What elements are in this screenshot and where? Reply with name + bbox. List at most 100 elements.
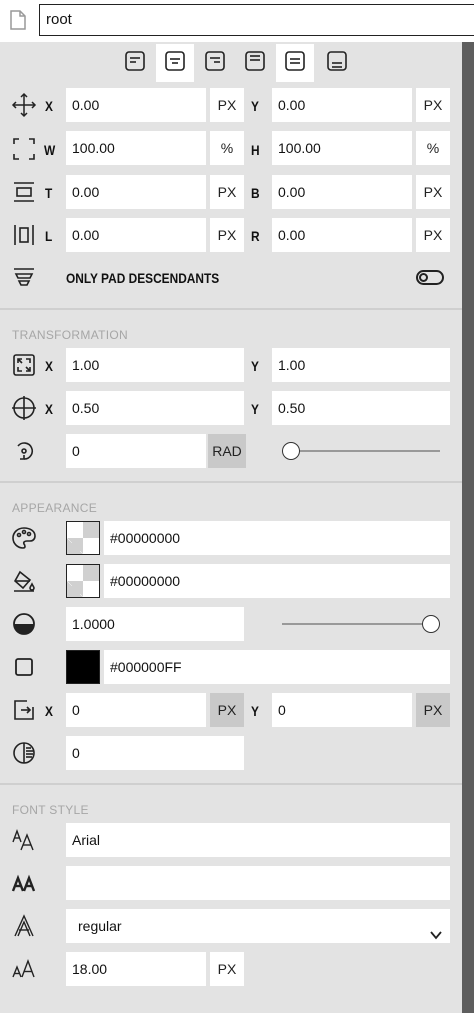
padding-vertical-icon: [10, 178, 38, 206]
padding-l-label: L: [45, 228, 53, 244]
scale-x-label: X: [45, 358, 53, 374]
palette-icon: [10, 524, 38, 552]
width-input[interactable]: 100.00: [66, 131, 206, 165]
position-y-label: Y: [251, 98, 259, 114]
blur-icon: [10, 739, 38, 767]
font-style-title: FONT STYLE: [12, 803, 89, 817]
shadow-y-input[interactable]: 0: [272, 693, 412, 727]
align-right-button[interactable]: [196, 44, 234, 82]
element-name-input[interactable]: root: [39, 4, 474, 36]
origin-y-input[interactable]: 0.50: [272, 391, 450, 425]
padding-t-label: T: [45, 185, 53, 201]
font-size-unit[interactable]: PX: [210, 952, 244, 986]
name-bar: root: [0, 0, 474, 42]
align-center-button[interactable]: [156, 44, 194, 82]
font-size-icon: [10, 955, 38, 983]
padding-r-label: R: [251, 228, 260, 244]
rotation-input[interactable]: 0: [66, 434, 206, 468]
padding-left-unit[interactable]: PX: [210, 218, 244, 252]
crosshair-icon: [10, 394, 38, 422]
scrollbar[interactable]: [462, 42, 474, 1013]
fill-color-swatch[interactable]: [66, 521, 100, 555]
shadow-y-label: Y: [251, 703, 259, 719]
scale-x-input[interactable]: 1.00: [66, 348, 244, 382]
rotation-slider-thumb[interactable]: [282, 442, 300, 460]
position-y-unit[interactable]: PX: [416, 88, 450, 122]
opacity-icon: [10, 610, 38, 638]
rotate-icon: [10, 437, 38, 465]
padding-bottom-input[interactable]: 0.00: [272, 175, 412, 209]
align-center-icon: [164, 50, 186, 77]
align-bottom-icon: [326, 50, 348, 77]
padding-top-input[interactable]: 0.00: [66, 175, 206, 209]
origin-x-input[interactable]: 0.50: [66, 391, 244, 425]
font-style-select[interactable]: regular: [66, 909, 450, 943]
only-pad-descendants-toggle[interactable]: [416, 270, 444, 285]
fill-color-input[interactable]: #00000000: [104, 521, 450, 555]
shadow-x-input[interactable]: 0: [66, 693, 206, 727]
transformation-title: TRANSFORMATION: [12, 328, 128, 342]
origin-y-label: Y: [251, 401, 259, 417]
position-y-input[interactable]: 0.00: [272, 88, 412, 122]
shadow-icon: [10, 696, 38, 724]
origin-x-label: X: [45, 401, 53, 417]
size-w-label: W: [44, 142, 56, 158]
file-icon: [10, 10, 26, 30]
width-unit[interactable]: %: [210, 131, 244, 165]
background-color-input[interactable]: #00000000: [104, 564, 450, 598]
align-right-icon: [204, 50, 226, 77]
size-h-label: H: [251, 142, 260, 158]
rotation-slider-track[interactable]: [282, 450, 440, 452]
toggle-knob: [419, 273, 428, 282]
scale-icon: [10, 351, 38, 379]
padding-right-unit[interactable]: PX: [416, 218, 450, 252]
scrollbar-thumb[interactable]: [462, 42, 474, 1013]
align-top-button[interactable]: [236, 44, 274, 82]
padding-bottom-unit[interactable]: PX: [416, 175, 450, 209]
align-bottom-button[interactable]: [318, 44, 356, 82]
shadow-x-unit[interactable]: PX: [210, 693, 244, 727]
padding-right-input[interactable]: 0.00: [272, 218, 412, 252]
opacity-slider-thumb[interactable]: [422, 615, 440, 633]
height-input[interactable]: 100.00: [272, 131, 412, 165]
position-x-input[interactable]: 0.00: [66, 88, 206, 122]
chevron-down-icon: [430, 919, 442, 940]
opacity-slider-track[interactable]: [282, 623, 440, 625]
shadow-y-unit[interactable]: PX: [416, 693, 450, 727]
padding-b-label: B: [251, 185, 260, 201]
paint-bucket-icon: [10, 567, 38, 595]
align-left-button[interactable]: [116, 44, 154, 82]
border-color-input[interactable]: #000000FF: [104, 650, 450, 684]
padding-top-unit[interactable]: PX: [210, 175, 244, 209]
blur-input[interactable]: 0: [66, 736, 244, 770]
scale-y-input[interactable]: 1.00: [272, 348, 450, 382]
font-weight-input[interactable]: [66, 866, 450, 900]
shadow-x-label: X: [45, 703, 53, 719]
section-divider: [0, 308, 462, 310]
height-unit[interactable]: %: [416, 131, 450, 165]
properties-panel: root X 0.00 PX Y 0.00 PX W 100.00 % H 10…: [0, 0, 474, 1013]
padding-horizontal-icon: [10, 221, 38, 249]
align-middle-icon: [284, 50, 306, 77]
font-size-input[interactable]: 18.00: [66, 952, 206, 986]
align-left-icon: [124, 50, 146, 77]
border-color-swatch[interactable]: [66, 650, 100, 684]
font-weight-icon: [10, 869, 38, 897]
border-icon: [10, 653, 38, 681]
font-family-icon: [10, 826, 38, 854]
padding-left-input[interactable]: 0.00: [66, 218, 206, 252]
resize-icon: [10, 135, 38, 163]
align-middle-button[interactable]: [276, 44, 314, 82]
position-x-label: X: [45, 98, 53, 114]
rotation-unit-button[interactable]: RAD: [208, 434, 246, 468]
move-icon: [10, 91, 38, 119]
position-x-unit[interactable]: PX: [210, 88, 244, 122]
font-style-icon: [10, 912, 38, 940]
layers-icon: [10, 264, 38, 292]
background-color-swatch[interactable]: [66, 564, 100, 598]
font-family-input[interactable]: Arial: [66, 823, 450, 857]
opacity-input[interactable]: 1.0000: [66, 607, 244, 641]
section-divider: [0, 783, 462, 785]
only-pad-descendants-label: ONLY PAD DESCENDANTS: [66, 270, 220, 286]
section-divider: [0, 481, 462, 483]
